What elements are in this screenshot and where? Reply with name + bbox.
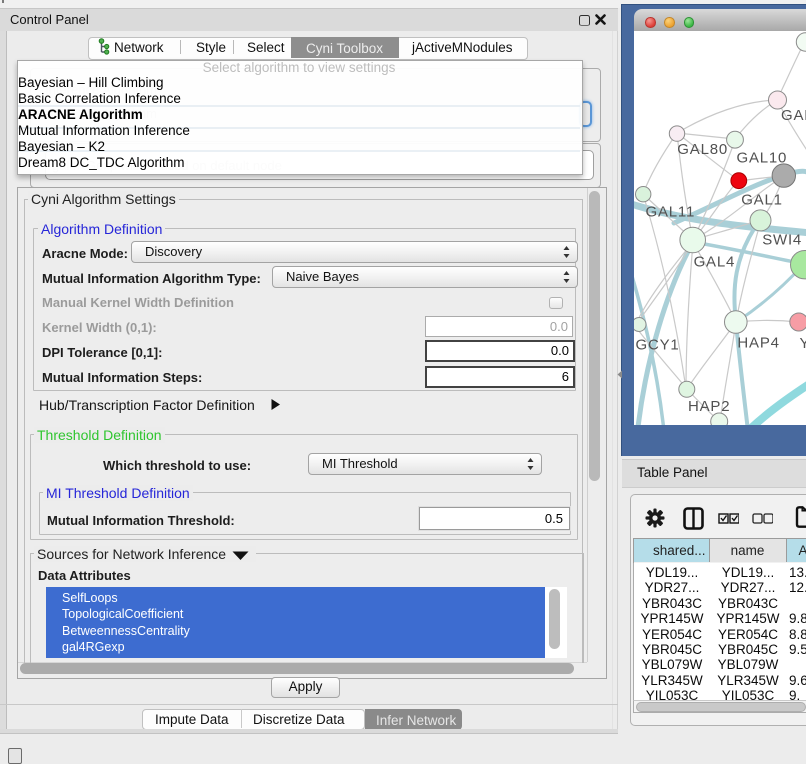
svg-text:GAL10: GAL10 [737, 150, 788, 167]
svg-text:GCY1: GCY1 [636, 337, 680, 354]
svg-text:GAL4: GAL4 [694, 254, 736, 271]
svg-text:HAP2: HAP2 [688, 398, 730, 415]
svg-text:SWI4: SWI4 [762, 232, 802, 249]
svg-text:GAL1: GAL1 [741, 192, 783, 209]
svg-text:Y: Y [800, 335, 806, 352]
svg-text:GAL11: GAL11 [646, 204, 696, 221]
svg-text:GAL7: GAL7 [781, 107, 806, 124]
svg-text:HAP4: HAP4 [737, 335, 779, 352]
svg-text:GAL80: GAL80 [677, 141, 728, 158]
